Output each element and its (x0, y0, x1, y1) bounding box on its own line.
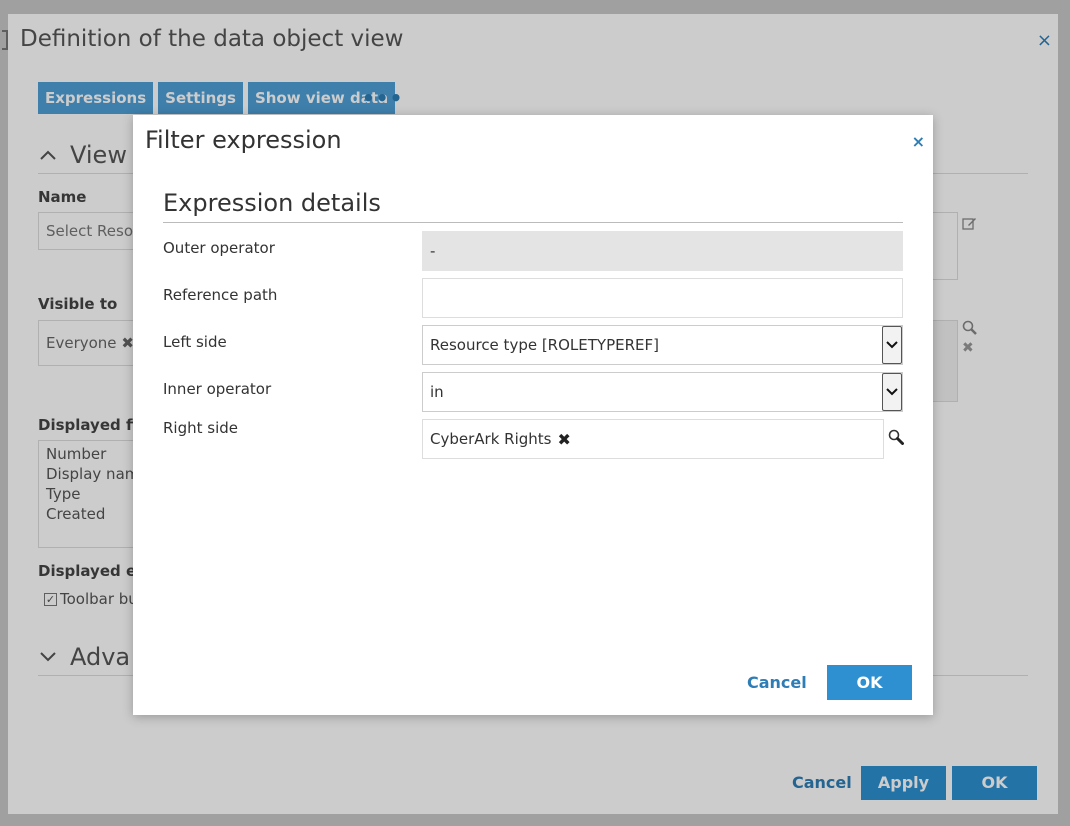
chevron-down-icon[interactable] (882, 373, 902, 411)
left-side-select[interactable]: Resource type [ROLETYPEREF] (422, 325, 903, 365)
filter-expression-dialog: Filter expression × Expression details O… (133, 115, 933, 715)
left-side-label: Left side (163, 333, 227, 351)
right-side-label: Right side (163, 419, 238, 437)
search-icon[interactable] (888, 429, 904, 445)
right-side-tag: CyberArk Rights (430, 430, 552, 448)
ok-button[interactable]: OK (827, 665, 912, 700)
tag-remove-icon[interactable]: ✖ (557, 430, 570, 449)
chevron-down-icon[interactable] (882, 326, 902, 364)
inner-operator-selected-value: in (430, 383, 444, 401)
cancel-button[interactable]: Cancel (737, 665, 817, 700)
reference-path-row: Reference path (163, 278, 903, 318)
outer-operator-row: Outer operator - (163, 231, 903, 271)
inner-operator-select[interactable]: in (422, 372, 903, 412)
right-side-input[interactable]: CyberArk Rights ✖ (422, 419, 884, 459)
outer-operator-field: - (422, 231, 903, 271)
left-side-row: Left side Resource type [ROLETYPEREF] (163, 325, 903, 365)
outer-operator-label: Outer operator (163, 239, 275, 257)
close-icon[interactable]: × (912, 132, 925, 151)
reference-path-label: Reference path (163, 286, 278, 304)
expression-details-heading: Expression details (163, 189, 903, 223)
left-side-selected-value: Resource type [ROLETYPEREF] (430, 336, 659, 354)
inner-operator-row: Inner operator in (163, 372, 903, 412)
reference-path-input[interactable] (422, 278, 903, 318)
modal-title: Filter expression (145, 126, 342, 154)
right-side-row: Right side CyberArk Rights ✖ (163, 419, 904, 459)
inner-operator-label: Inner operator (163, 380, 272, 398)
